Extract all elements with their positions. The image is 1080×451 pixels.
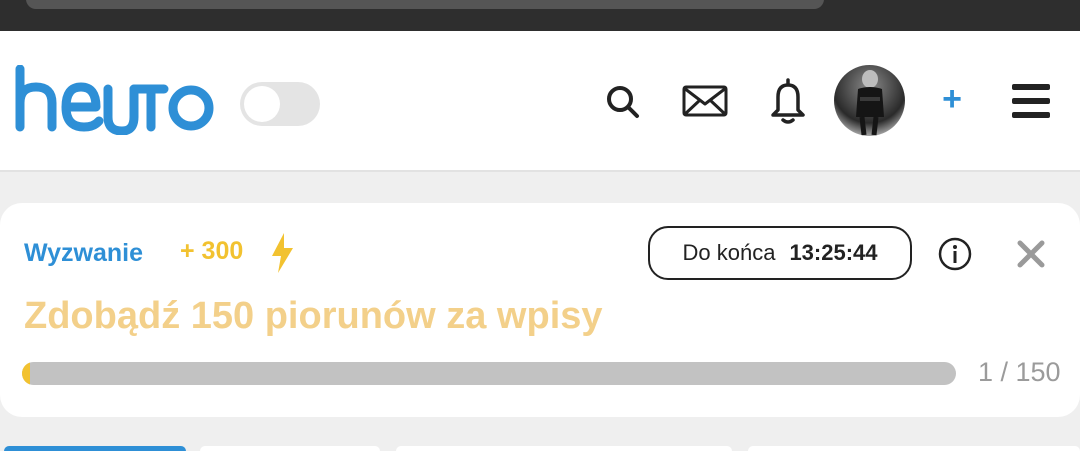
plus-icon[interactable]: +	[934, 80, 970, 118]
tab[interactable]	[200, 446, 380, 451]
tab[interactable]	[748, 446, 1080, 451]
browser-address-bar[interactable]	[26, 0, 824, 9]
site-header: hejto	[0, 31, 1080, 172]
challenge-label[interactable]: Wyzwanie	[24, 239, 143, 268]
info-icon[interactable]	[938, 237, 972, 271]
hejto-logo[interactable]: hejto	[14, 65, 214, 135]
bell-icon[interactable]	[765, 75, 811, 127]
challenge-progress-text: 1 / 150	[978, 357, 1061, 387]
lightning-icon	[272, 233, 293, 273]
browser-toolbar	[0, 0, 1080, 31]
timer-value: 13:25:44	[789, 240, 878, 265]
challenge-title: Zdobądź 150 piorunów za wpisy	[24, 295, 603, 337]
search-icon[interactable]	[600, 79, 646, 125]
menu-icon[interactable]	[1008, 81, 1054, 121]
timer-label: Do końca	[682, 240, 776, 265]
challenge-points: + 300	[180, 237, 244, 265]
theme-toggle[interactable]	[240, 82, 320, 126]
tab[interactable]	[396, 446, 732, 451]
mail-icon[interactable]	[680, 81, 730, 121]
tabs-strip	[0, 446, 1080, 451]
theme-toggle-knob	[244, 86, 280, 122]
avatar[interactable]	[834, 65, 905, 136]
tab-active[interactable]	[4, 446, 186, 451]
close-icon[interactable]	[1013, 236, 1049, 272]
challenge-card: Wyzwanie + 300 Do końca 13:25:44 Zdobądź…	[0, 203, 1080, 417]
challenge-progress-fill	[22, 362, 31, 385]
time-remaining-badge: Do końca 13:25:44	[648, 226, 912, 280]
challenge-progress-bar	[22, 362, 956, 385]
